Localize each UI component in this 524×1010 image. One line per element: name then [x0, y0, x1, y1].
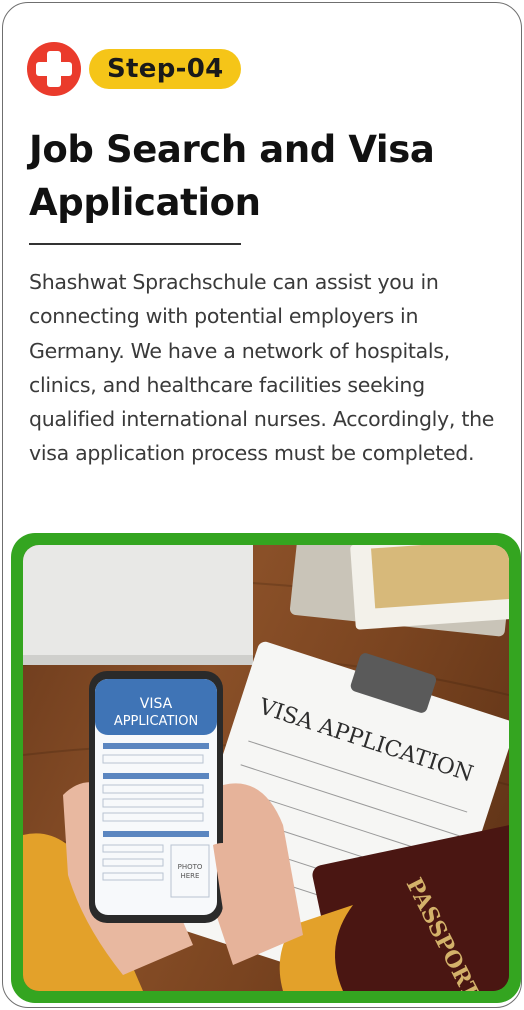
- photo-frame: VISA APPLICATION PASSPORT VISA APPLICATI…: [11, 533, 521, 1003]
- phone-heading-1: VISA: [140, 696, 173, 712]
- phone-mockup: VISA APPLICATION PHOTO HERE: [89, 671, 223, 923]
- step-badge: Step-04: [89, 49, 242, 89]
- visa-application-photo: VISA APPLICATION PASSPORT VISA APPLICATI…: [23, 545, 509, 991]
- phone-heading-2: APPLICATION: [114, 714, 198, 729]
- step-card: Step-04 Job Search and Visa Application …: [2, 2, 522, 1008]
- visa-photo-illustration: VISA APPLICATION PASSPORT VISA APPLICATI…: [23, 545, 509, 991]
- title-divider: [29, 243, 241, 245]
- card-title: Job Search and Visa Application: [29, 128, 435, 224]
- phone-photo-label-2: HERE: [181, 872, 200, 880]
- phone-photo-label-1: PHOTO: [178, 863, 203, 871]
- medical-cross-icon: [27, 42, 81, 96]
- card-header: Step-04: [27, 41, 242, 97]
- card-description: Shashwat Sprachschule can assist you in …: [29, 270, 495, 466]
